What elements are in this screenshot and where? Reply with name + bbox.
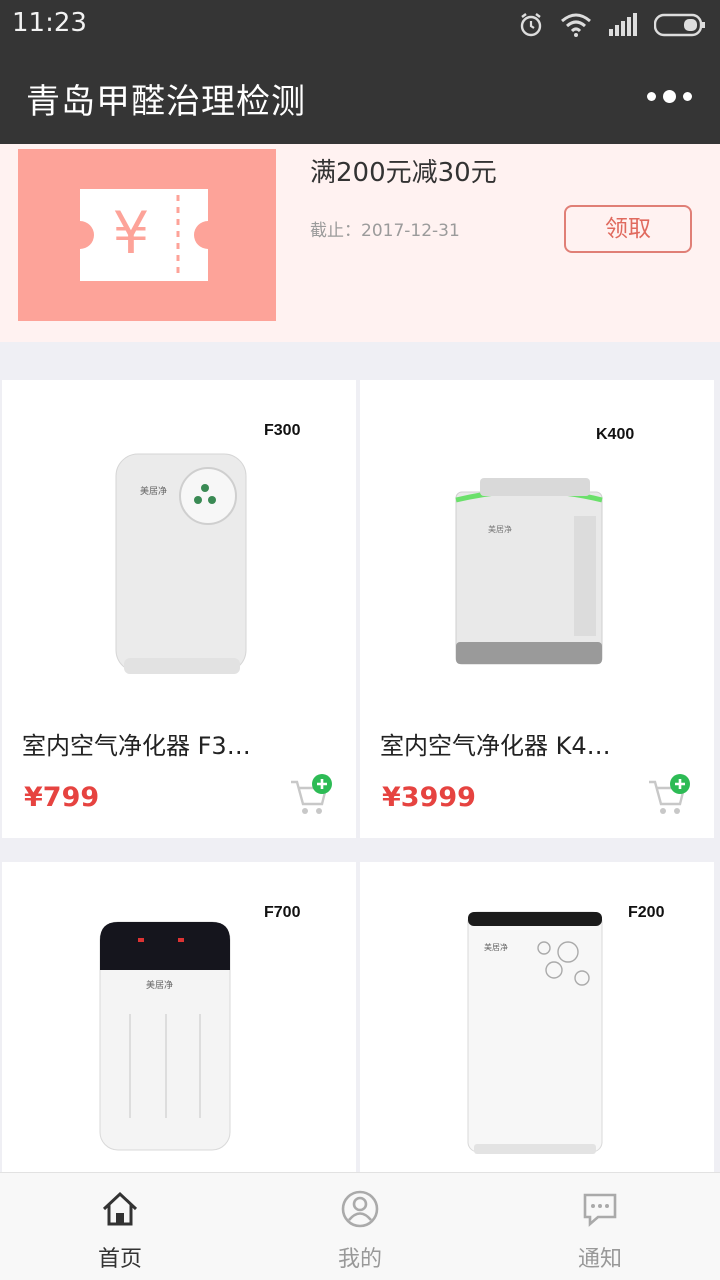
product-name: 室内空气净化器 K4…: [380, 732, 611, 760]
tab-label: 通知: [577, 1247, 622, 1272]
home-icon: [102, 1191, 138, 1226]
product-model-label: K400: [596, 426, 635, 443]
yen-symbol: ¥: [113, 199, 150, 267]
svg-text:美居净: 美居净: [140, 485, 167, 497]
tab-label: 首页: [97, 1247, 142, 1272]
message-icon: [583, 1193, 617, 1227]
tab-notifications[interactable]: 通知: [480, 1173, 720, 1280]
product-price: ¥3999: [382, 782, 476, 813]
more-menu-button[interactable]: [647, 90, 692, 103]
user-icon: [341, 1190, 379, 1228]
purifier-image: 美居净: [115, 453, 247, 674]
add-to-cart-icon[interactable]: [646, 774, 692, 818]
wifi-icon: [561, 13, 591, 37]
nav-bar: 青岛甲醛治理检测: [0, 50, 720, 144]
product-card[interactable]: F300 美居净 室内空气净化器 F3… ¥799: [2, 380, 356, 838]
page-title: 青岛甲醛治理检测: [26, 82, 306, 122]
tab-bar: 首页 我的 通知: [0, 1172, 720, 1280]
product-model-label: F200: [628, 904, 665, 921]
product-model-label: F700: [264, 904, 301, 921]
coupon-image: ¥: [18, 149, 276, 321]
product-model-label: F300: [264, 422, 301, 439]
dot-icon: [647, 92, 656, 101]
claim-coupon-button[interactable]: 领取: [564, 205, 692, 253]
svg-text:美居净: 美居净: [488, 524, 512, 534]
coupon-title: 满200元减30元: [310, 158, 497, 188]
battery-icon: [654, 13, 705, 37]
svg-text:美居净: 美居净: [146, 979, 173, 991]
product-card[interactable]: K400 美居净 室内空气净化器 K4… ¥3999: [360, 380, 714, 838]
status-bar: 11:23: [0, 0, 720, 50]
tab-label: 我的: [337, 1247, 382, 1272]
product-price: ¥799: [24, 782, 100, 813]
purifier-image: 美居净: [467, 911, 603, 1154]
status-icons: [518, 10, 706, 40]
product-card[interactable]: F200 美居净: [360, 862, 714, 1182]
alarm-icon: [520, 13, 542, 37]
ticket-icon: ¥: [80, 189, 208, 281]
signal-icon: [609, 13, 637, 36]
coupon-card: ¥ 满200元减30元 截止：2017-12-31 领取: [0, 144, 720, 342]
svg-text:美居净: 美居净: [484, 942, 508, 952]
tab-profile[interactable]: 我的: [240, 1173, 480, 1280]
product-name: 室内空气净化器 F3…: [22, 732, 251, 760]
purifier-image: 美居净: [455, 478, 603, 665]
purifier-image: 美居净: [99, 921, 231, 1151]
add-to-cart-icon[interactable]: [288, 774, 334, 818]
product-card[interactable]: F700 美居净: [2, 862, 356, 1182]
status-time: 11:23: [12, 8, 87, 38]
tab-home[interactable]: 首页: [0, 1173, 240, 1280]
dot-icon: [683, 92, 692, 101]
dot-icon: [663, 90, 676, 103]
coupon-deadline: 截止：2017-12-31: [310, 221, 460, 241]
